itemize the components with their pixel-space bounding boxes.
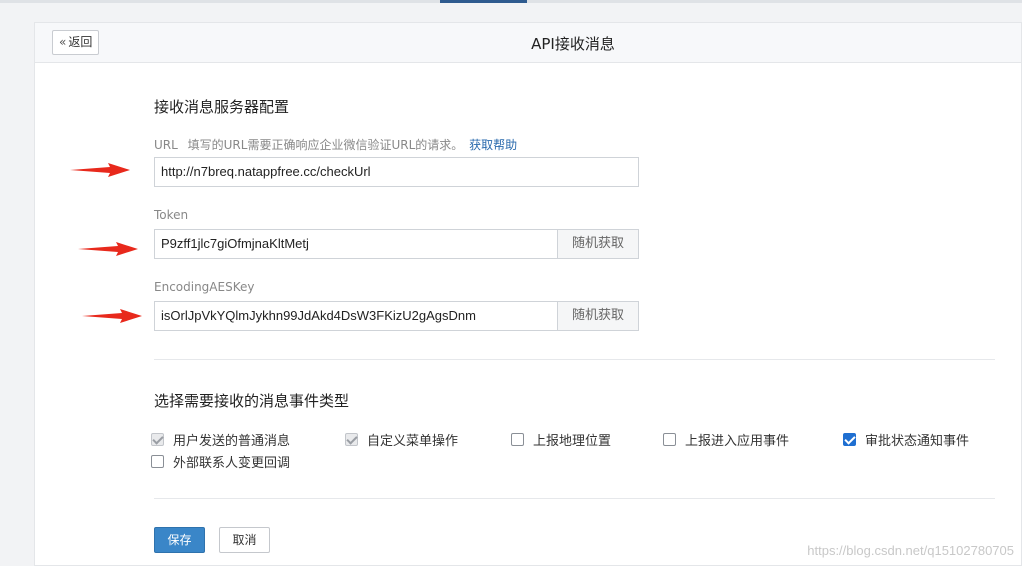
cancel-button[interactable]: 取消 — [219, 527, 270, 553]
page-title: API接收消息 — [531, 35, 615, 53]
event-checkbox-approval[interactable]: 审批状态通知事件 — [843, 430, 969, 449]
event-label: 审批状态通知事件 — [865, 434, 970, 449]
event-label: 自定义菜单操作 — [367, 434, 459, 449]
checkbox-icon — [151, 455, 164, 468]
aes-key-field: isOrlJpVkYQlmJykhn99JdAkd4DsW3FKizU2gAgs… — [154, 301, 639, 331]
checkbox-icon — [151, 433, 164, 446]
token-label: Token — [154, 208, 189, 222]
token-random-button[interactable]: 随机获取 — [557, 230, 638, 258]
divider — [154, 498, 995, 499]
event-label: 外部联系人变更回调 — [173, 456, 291, 471]
url-label-row: URL 填写的URL需要正确响应企业微信验证URL的请求。 获取帮助 — [154, 136, 517, 153]
server-config-title: 接收消息服务器配置 — [154, 98, 290, 116]
token-field: P9zff1jlc7giOfmjnaKltMetj 随机获取 — [154, 229, 639, 259]
events-title: 选择需要接收的消息事件类型 — [154, 392, 350, 410]
url-hint: 填写的URL需要正确响应企业微信验证URL的请求。 — [187, 138, 464, 152]
annotation-arrow-icon — [78, 242, 138, 256]
panel-header: « 返回 API接收消息 — [35, 23, 1021, 63]
aes-key-random-button[interactable]: 随机获取 — [557, 302, 638, 330]
url-input[interactable]: http://n7breq.natappfree.cc/checkUrl — [154, 157, 639, 187]
aes-key-label: EncodingAESKey — [154, 280, 255, 294]
event-label: 上报地理位置 — [533, 434, 612, 449]
event-checkbox-normal-message[interactable]: 用户发送的普通消息 — [151, 430, 290, 449]
watermark: https://blog.csdn.net/q15102780705 — [807, 543, 1014, 558]
event-checkbox-location[interactable]: 上报地理位置 — [511, 430, 611, 449]
url-value: http://n7breq.natappfree.cc/checkUrl — [161, 164, 371, 179]
checkbox-icon — [511, 433, 524, 446]
api-receive-panel: « 返回 API接收消息 接收消息服务器配置 URL 填写的URL需要正确响应企… — [34, 22, 1022, 566]
checkbox-icon — [843, 433, 856, 446]
event-label: 用户发送的普通消息 — [173, 434, 291, 449]
save-button[interactable]: 保存 — [154, 527, 205, 553]
annotation-arrow-icon — [70, 163, 130, 177]
annotation-arrow-icon — [82, 309, 142, 323]
token-input[interactable]: P9zff1jlc7giOfmjnaKltMetj — [155, 230, 557, 258]
event-label: 上报进入应用事件 — [685, 434, 790, 449]
event-checkbox-enter-app[interactable]: 上报进入应用事件 — [663, 430, 789, 449]
checkbox-icon — [663, 433, 676, 446]
divider — [154, 359, 995, 360]
help-link[interactable]: 获取帮助 — [469, 138, 517, 152]
checkbox-icon — [345, 433, 358, 446]
active-tab-indicator — [440, 0, 527, 3]
event-checkbox-external-contact[interactable]: 外部联系人变更回调 — [151, 452, 290, 471]
event-checkbox-custom-menu[interactable]: 自定义菜单操作 — [345, 430, 458, 449]
aes-key-input[interactable]: isOrlJpVkYQlmJykhn99JdAkd4DsW3FKizU2gAgs… — [155, 302, 557, 330]
url-label: URL — [154, 138, 178, 152]
